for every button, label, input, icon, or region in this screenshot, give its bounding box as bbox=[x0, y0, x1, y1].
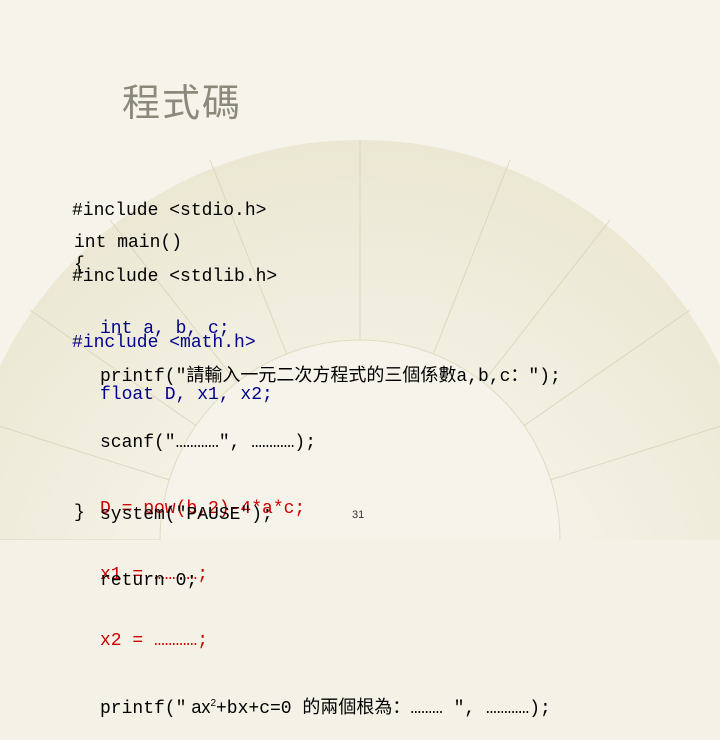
closing-statements: system("PAUSE"); return 0; bbox=[100, 460, 273, 614]
printf-prompt-line: printf("請輸入一元二次方程式的三個係數a,b,c："); bbox=[100, 367, 561, 387]
return-line: return 0; bbox=[100, 571, 198, 591]
include-line: #include <stdio.h> bbox=[72, 201, 267, 221]
system-pause-line: system("PAUSE"); bbox=[100, 505, 273, 525]
close-brace: } bbox=[74, 503, 85, 523]
x2-line: x2 = …………; bbox=[100, 631, 209, 651]
page-number: 31 bbox=[352, 509, 365, 521]
printf-result-end: +bx+c=0 的兩個根為：……… ", …………); bbox=[216, 699, 551, 719]
equation-ax: ax bbox=[186, 697, 211, 717]
scanf-line: scanf("…………", …………); bbox=[100, 433, 317, 453]
main-signature: int main() bbox=[74, 233, 183, 253]
printf-result-start: printf(" bbox=[100, 699, 187, 719]
open-brace: { bbox=[74, 255, 85, 275]
printf-result-line: printf(" ax2+bx+c=0 的兩個根為：……… ", …………); bbox=[100, 696, 561, 719]
slide-title: 程式碼 bbox=[122, 81, 243, 125]
